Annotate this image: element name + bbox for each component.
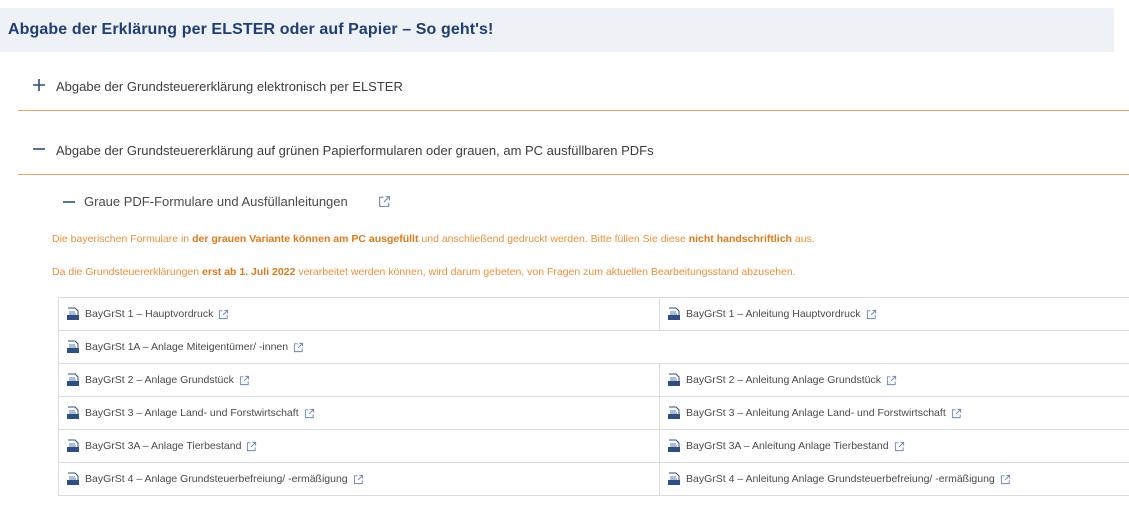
pdf-document-icon [67, 307, 79, 320]
document-link[interactable]: BayGrSt 4 – Anlage Grundsteuerbefreiung/… [58, 463, 659, 495]
notice-emphasis: der grauen Variante können am PC ausgefü… [192, 233, 419, 245]
pdf-document-icon [67, 340, 79, 353]
external-link-icon [894, 441, 904, 451]
document-link[interactable]: BayGrSt 3A – Anleitung Anlage Tierbestan… [659, 430, 1129, 462]
document-link-label: BayGrSt 2 – Anleitung Anlage Grundstück [686, 374, 897, 386]
external-link-icon [294, 342, 304, 352]
accordion-grey-pdf[interactable]: Graue PDF-Formulare und Ausfüllanleitung… [48, 192, 548, 216]
pdf-document-icon [668, 406, 680, 419]
document-link-label: BayGrSt 3 – Anleitung Anlage Land- und F… [686, 407, 962, 419]
document-link[interactable]: BayGrSt 1 – Hauptvordruck [58, 298, 659, 330]
table-row: BayGrSt 4 – Anlage Grundsteuerbefreiung/… [58, 463, 1129, 496]
document-link[interactable]: BayGrSt 3A – Anlage Tierbestand [58, 430, 659, 462]
link-text: BayGrSt 3A – Anleitung Anlage Tierbestan… [686, 440, 889, 452]
minus-icon [63, 201, 75, 203]
section-header: Abgabe der Erklärung per ELSTER oder auf… [0, 8, 1114, 52]
notice-emphasis: nicht handschriftlich [688, 233, 792, 245]
accordion-paper[interactable]: Abgabe der Grundsteuererklärung auf grün… [18, 130, 1129, 175]
document-link-label: BayGrSt 4 – Anlage Grundsteuerbefreiung/… [85, 473, 364, 485]
minus-icon [33, 148, 45, 150]
link-text: BayGrSt 1 – Anleitung Hauptvordruck [686, 308, 861, 320]
external-link-icon [247, 441, 257, 451]
section-title: Abgabe der Erklärung per ELSTER oder auf… [8, 21, 494, 38]
accordion-elster-label: Abgabe der Grundsteuererklärung elektron… [56, 79, 403, 94]
document-link[interactable]: BayGrSt 4 – Anleitung Anlage Grundsteuer… [659, 463, 1129, 495]
document-link[interactable]: BayGrSt 2 – Anleitung Anlage Grundstück [659, 364, 1129, 396]
document-link-label: BayGrSt 3A – Anleitung Anlage Tierbestan… [686, 440, 905, 452]
notice-emphasis: erst ab 1. Juli 2022 [202, 266, 296, 278]
external-link-icon [304, 408, 314, 418]
link-text: BayGrSt 3 – Anlage Land- und Forstwirtsc… [85, 407, 299, 419]
link-text: BayGrSt 2 – Anlage Grundstück [85, 374, 234, 386]
table-row: BayGrSt 1A – Anlage Miteigentümer/ -inne… [58, 331, 1129, 364]
document-link-label: BayGrSt 1A – Anlage Miteigentümer/ -inne… [85, 341, 304, 353]
document-table: BayGrSt 1 – Hauptvordruck BayGrSt 1 – An… [58, 297, 1129, 528]
pdf-document-icon [67, 373, 79, 386]
table-row: BayGrSt 2 – Anlage Grundstück BayGrSt 2 … [58, 364, 1129, 397]
external-link-icon [239, 375, 249, 385]
document-link-label: BayGrSt 3 – Anlage Land- und Forstwirtsc… [85, 407, 315, 419]
document-link-label: BayGrSt 1 – Anleitung Hauptvordruck [686, 308, 877, 320]
pdf-document-icon [67, 406, 79, 419]
document-link[interactable]: BayGrSt 1 – Anleitung Hauptvordruck [659, 298, 1129, 330]
link-text: BayGrSt 3A – Anlage Tierbestand [85, 440, 242, 452]
external-link-icon [886, 375, 897, 385]
link-text: BayGrSt 3 – Anleitung Anlage Land- und F… [686, 407, 946, 419]
table-row: BayGrSt 3 – Anlage Land- und Forstwirtsc… [58, 397, 1129, 430]
notice-text: Die bayerischen Formulare in [52, 233, 193, 245]
external-link-icon [379, 196, 390, 207]
table-row: BayGrSt 3A – Anlage Tierbestand BayGrSt … [58, 430, 1129, 463]
pdf-document-icon [668, 439, 680, 452]
accordion-paper-label: Abgabe der Grundsteuererklärung auf grün… [56, 143, 654, 158]
external-link-icon [1000, 474, 1010, 484]
document-link[interactable]: BayGrSt 1A – Anlage Miteigentümer/ -inne… [58, 331, 659, 363]
document-link-label: BayGrSt 4 – Anleitung Anlage Grundsteuer… [686, 473, 1011, 485]
table-row: BayGrSt 1 – Hauptvordruck BayGrSt 1 – An… [58, 298, 1129, 331]
notice-text: und anschließend gedruckt werden. Bitte … [418, 233, 689, 245]
pdf-document-icon [67, 439, 79, 452]
external-link-icon [951, 408, 961, 418]
pdf-document-icon [67, 472, 79, 485]
notice-fill-on-pc: Die bayerischen Formulare in der grauen … [52, 233, 815, 245]
external-link-icon [219, 309, 229, 319]
notice-text: verarbeitet werden können, wird darum ge… [295, 266, 796, 278]
external-link-icon [866, 309, 876, 319]
pdf-document-icon [668, 307, 680, 320]
pdf-document-icon [668, 472, 680, 485]
plus-icon [33, 79, 45, 91]
document-link-label: BayGrSt 1 – Hauptvordruck [85, 308, 229, 320]
accordion-grey-pdf-label: Graue PDF-Formulare und Ausfüllanleitung… [84, 194, 348, 209]
document-link-label: BayGrSt 2 – Anlage Grundstück [85, 374, 250, 386]
link-text: BayGrSt 1 – Hauptvordruck [85, 308, 214, 320]
document-link[interactable]: BayGrSt 3 – Anleitung Anlage Land- und F… [659, 397, 1129, 429]
pdf-document-icon [668, 373, 680, 386]
notice-text: Da die Grundsteuererklärungen [52, 266, 203, 278]
link-text: BayGrSt 4 – Anlage Grundsteuerbefreiung/… [85, 473, 348, 485]
document-link[interactable]: BayGrSt 3 – Anlage Land- und Forstwirtsc… [58, 397, 659, 429]
document-link-label: BayGrSt 3A – Anlage Tierbestand [85, 440, 257, 452]
link-text: BayGrSt 4 – Anleitung Anlage Grundsteuer… [686, 473, 995, 485]
notice-processing-date: Da die Grundsteuererklärungen erst ab 1.… [52, 266, 796, 278]
document-link[interactable]: BayGrSt 2 – Anlage Grundstück [58, 364, 659, 396]
external-link-icon [353, 474, 363, 484]
link-text: BayGrSt 1A – Anlage Miteigentümer/ -inne… [85, 341, 289, 353]
accordion-elster[interactable]: Abgabe der Grundsteuererklärung elektron… [18, 66, 1129, 111]
link-text: BayGrSt 2 – Anleitung Anlage Grundstück [686, 374, 881, 386]
notice-text: aus. [791, 233, 815, 245]
